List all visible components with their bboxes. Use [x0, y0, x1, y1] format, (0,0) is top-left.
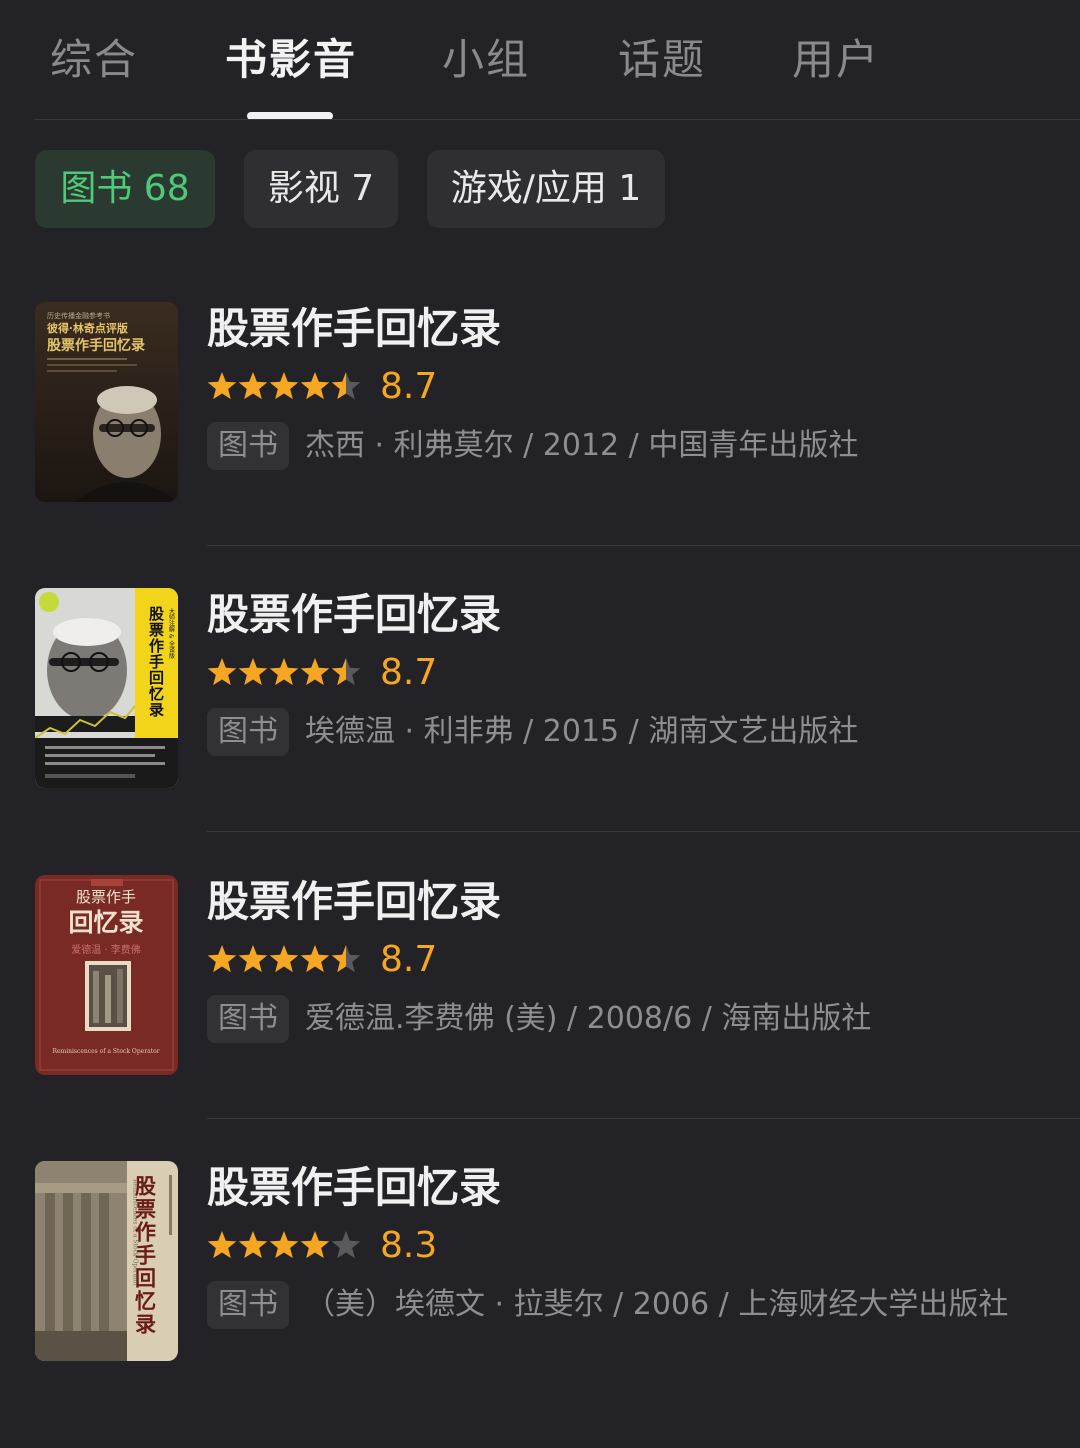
book-title[interactable]: 股票作手回忆录 [207, 875, 501, 929]
book-meta-row: 图书 爱德温.李费佛 (美) / 2008/6 / 海南出版社 [207, 995, 871, 1043]
filter-chip-books[interactable]: 图书 68 [35, 150, 215, 228]
rating-score: 8.7 [380, 652, 438, 693]
star-icon [300, 945, 330, 973]
type-tag: 图书 [207, 422, 289, 470]
book-meta: （美）埃德文 · 拉斐尔 / 2006 / 上海财经大学出版社 [305, 1287, 1009, 1322]
type-tag: 图书 [207, 995, 289, 1043]
tabs-divider [35, 119, 1080, 120]
star-icon [331, 945, 361, 973]
tab-general[interactable]: 综合 [50, 30, 138, 90]
star-icon [269, 1231, 299, 1259]
tab-topics[interactable]: 话题 [618, 30, 706, 90]
star-rating [207, 943, 363, 977]
star-icon [300, 658, 330, 686]
book-cover-3-art: 股票作手 回忆录 爱德温 · 李费佛 Reminiscences of a St… [35, 875, 178, 1075]
book-cover-1-art: 历史传播金融参考书 彼得·林奇点评版 股票作手回忆录 [35, 302, 178, 502]
cover-3-title-line2: 回忆录 [68, 908, 143, 937]
row-divider [207, 545, 1080, 546]
star-icon [238, 1231, 268, 1259]
star-icon [238, 372, 268, 400]
book-cover-3[interactable]: 股票作手 回忆录 爱德温 · 李费佛 Reminiscences of a St… [35, 875, 178, 1075]
stars-graphic [207, 945, 361, 973]
star-rating [207, 370, 363, 404]
star-icon [207, 1231, 237, 1259]
cover-1-title: 股票作手回忆录 [47, 337, 145, 354]
book-cover-4[interactable]: Reminiscences of a Stock Operator 股票作手回忆… [35, 1161, 178, 1361]
star-icon [207, 945, 237, 973]
book-meta: 爱德温.李费佛 (美) / 2008/6 / 海南出版社 [305, 1001, 872, 1036]
star-icon [300, 1231, 330, 1259]
book-result-3[interactable]: 股票作手 回忆录 爱德温 · 李费佛 Reminiscences of a St… [0, 875, 1080, 1162]
rating-score: 8.7 [380, 939, 438, 980]
stars-graphic [207, 658, 361, 686]
book-cover-4-art: Reminiscences of a Stock Operator 股票作手回忆… [35, 1161, 178, 1361]
cover-3-english: Reminiscences of a Stock Operator [52, 1048, 159, 1055]
cover-3-title-line1: 股票作手 [76, 888, 136, 906]
star-icon [207, 658, 237, 686]
tab-groups[interactable]: 小组 [442, 30, 530, 90]
book-result-4[interactable]: Reminiscences of a Stock Operator 股票作手回忆… [0, 1161, 1080, 1448]
star-icon [331, 658, 361, 686]
cover-2-title: 股票作手回忆录 [147, 606, 165, 718]
book-meta: 埃德温 · 利非弗 / 2015 / 湖南文艺出版社 [305, 714, 859, 749]
star-rating [207, 656, 363, 690]
tab-users[interactable]: 用户 [792, 30, 880, 90]
category-tabs: 综合 书影音 小组 话题 用户 [0, 0, 1080, 120]
book-cover-2[interactable]: 股票作手回忆录 大师注解 & 全译版 [35, 588, 178, 788]
book-meta-row: 图书 埃德温 · 利非弗 / 2015 / 湖南文艺出版社 [207, 708, 858, 756]
star-icon [331, 372, 361, 400]
star-icon [300, 372, 330, 400]
book-meta: 杰西 · 利弗莫尔 / 2012 / 中国青年出版社 [305, 428, 859, 463]
cover-3-author: 爱德温 · 李费佛 [71, 943, 141, 956]
type-tag: 图书 [207, 1281, 289, 1329]
star-icon [238, 945, 268, 973]
book-cover-1[interactable]: 历史传播金融参考书 彼得·林奇点评版 股票作手回忆录 [35, 302, 178, 502]
type-tag: 图书 [207, 708, 289, 756]
star-icon [269, 658, 299, 686]
book-result-2[interactable]: 股票作手回忆录 大师注解 & 全译版 股票作手回忆录 8.7 图书 埃德温 · 利… [0, 588, 1080, 875]
book-meta-row: 图书 （美）埃德文 · 拉斐尔 / 2006 / 上海财经大学出版社 [207, 1281, 1008, 1329]
star-icon [207, 372, 237, 400]
stars-graphic [207, 372, 361, 400]
star-rating [207, 1229, 363, 1263]
book-title[interactable]: 股票作手回忆录 [207, 1161, 501, 1215]
row-divider [207, 831, 1080, 832]
stars-graphic [207, 1231, 361, 1259]
star-icon [269, 372, 299, 400]
row-divider [207, 1118, 1080, 1119]
book-title[interactable]: 股票作手回忆录 [207, 302, 501, 356]
cover-1-topline: 历史传播金融参考书 [47, 311, 110, 320]
rating-score: 8.3 [380, 1225, 438, 1266]
cover-4-title: 股票作手回忆录 [133, 1175, 158, 1336]
star-icon [269, 945, 299, 973]
rating-score: 8.7 [380, 366, 438, 407]
book-meta-row: 图书 杰西 · 利弗莫尔 / 2012 / 中国青年出版社 [207, 422, 858, 470]
filter-chip-films[interactable]: 影视 7 [244, 150, 398, 228]
cover-2-subtitle: 大师注解 & 全译版 [168, 607, 175, 659]
star-icon [331, 1231, 361, 1259]
star-icon [238, 658, 268, 686]
book-result-1[interactable]: 历史传播金融参考书 彼得·林奇点评版 股票作手回忆录 股票作手回忆录 8.7 图… [0, 302, 1080, 589]
book-title[interactable]: 股票作手回忆录 [207, 588, 501, 642]
book-cover-2-art: 股票作手回忆录 大师注解 & 全译版 [35, 588, 178, 788]
cover-1-subtitle: 彼得·林奇点评版 [47, 321, 128, 335]
tab-books-movies-music[interactable]: 书影音 [225, 30, 357, 90]
filter-chip-games-apps[interactable]: 游戏/应用 1 [427, 150, 665, 228]
